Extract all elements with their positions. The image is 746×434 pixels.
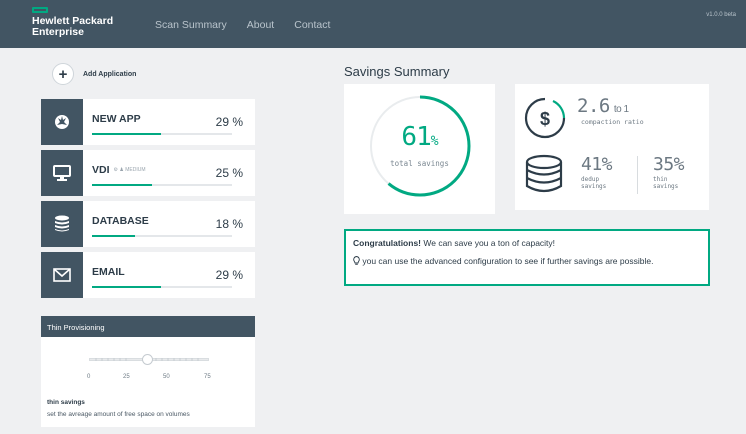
nav-links: Scan Summary About Contact	[155, 19, 330, 31]
total-savings-card: 61% total savings	[344, 84, 495, 214]
nav-contact[interactable]: Contact	[294, 19, 330, 31]
slider-tick-label: 0	[87, 374, 91, 380]
app-percent: 18 %	[215, 217, 243, 231]
app-progress-fill	[92, 235, 135, 237]
compaction-ratio-value: 2.6 to 1	[577, 95, 629, 117]
svg-text:$: $	[540, 109, 550, 129]
slider-knob[interactable]	[142, 354, 154, 365]
database-stack-icon	[525, 154, 563, 193]
congratulations-banner: Congratulations! We can save you a ton o…	[344, 229, 710, 286]
thin-savings-value: 35%	[653, 154, 685, 175]
dollar-icon: $	[524, 97, 566, 139]
dedup-savings-label: dedup savings	[581, 176, 607, 190]
version-label: v1.0.0 beta	[706, 12, 736, 18]
slider-tick-label: 25	[123, 374, 130, 380]
top-navbar: Hewlett Packard Enterprise Scan Summary …	[0, 0, 746, 48]
app-progress-track	[92, 286, 232, 288]
lightbulb-icon	[353, 256, 360, 265]
app-progress-track	[92, 133, 232, 135]
app-name: EMAIL	[92, 266, 125, 278]
savings-summary-title: Savings Summary	[344, 64, 450, 79]
congrats-tip: you can use the advanced configuration t…	[353, 256, 701, 266]
slider-tick-label: 50	[163, 374, 170, 380]
nav-about[interactable]: About	[247, 19, 274, 31]
app-percent: 25 %	[215, 166, 243, 180]
thin-provisioning-header: Thin Provisioning	[41, 316, 255, 337]
monitor-icon	[41, 150, 83, 196]
savings-stats-card: $ 2.6 to 1 compaction ratio 41% dedup savi…	[515, 84, 709, 210]
hpe-logo-icon	[32, 7, 48, 13]
dedup-savings-value: 41%	[581, 154, 613, 175]
app-percent: 29 %	[215, 115, 243, 129]
app-progress-track	[92, 184, 232, 186]
total-savings-label: total savings	[390, 159, 449, 168]
congrats-heading: Congratulations!	[353, 238, 421, 248]
application-list: NEW APP 29 % VDI ⚙ ♟ MEDIUM 25 % DATABASE…	[41, 99, 255, 303]
app-tag: ⚙ ♟ MEDIUM	[113, 167, 146, 174]
thin-slider[interactable]	[89, 350, 209, 370]
add-application-label: Add Application	[83, 70, 137, 78]
brand-logo[interactable]: Hewlett Packard Enterprise	[32, 16, 113, 38]
app-row-new-app[interactable]: NEW APP 29 %	[41, 99, 255, 145]
app-row-vdi[interactable]: VDI ⚙ ♟ MEDIUM 25 %	[41, 150, 255, 196]
thin-provisioning-panel: Thin Provisioning 0 25 50 75 thin saving…	[41, 316, 255, 427]
congrats-message: Congratulations! We can save you a ton o…	[353, 238, 556, 248]
database-icon	[41, 201, 83, 247]
plus-icon: +	[52, 63, 74, 85]
compaction-ratio-label: compaction ratio	[581, 118, 644, 126]
nav-scan-summary[interactable]: Scan Summary	[155, 19, 227, 31]
add-application-button[interactable]: + Add Application	[52, 63, 136, 85]
total-savings-percent: 61%	[401, 122, 438, 152]
app-progress-track	[92, 235, 232, 237]
thin-savings-title: thin savings	[47, 399, 85, 406]
app-row-email[interactable]: EMAIL 29 %	[41, 252, 255, 298]
mail-icon	[41, 252, 83, 298]
brand-line-2: Enterprise	[32, 26, 84, 38]
thin-savings-description: set the avreage amount of free space on …	[47, 411, 190, 418]
app-name: DATABASE	[92, 215, 149, 227]
app-name: VDI ⚙ ♟ MEDIUM	[92, 164, 146, 176]
app-name: NEW APP	[92, 113, 141, 125]
rebel-icon	[41, 99, 83, 145]
app-progress-fill	[92, 133, 162, 135]
app-row-database[interactable]: DATABASE 18 %	[41, 201, 255, 247]
app-progress-fill	[92, 184, 152, 186]
stat-divider	[637, 156, 638, 194]
app-percent: 29 %	[215, 268, 243, 282]
slider-tick-label: 75	[204, 374, 211, 380]
app-progress-fill	[92, 286, 162, 288]
thin-savings-label: thin savings	[653, 176, 679, 190]
